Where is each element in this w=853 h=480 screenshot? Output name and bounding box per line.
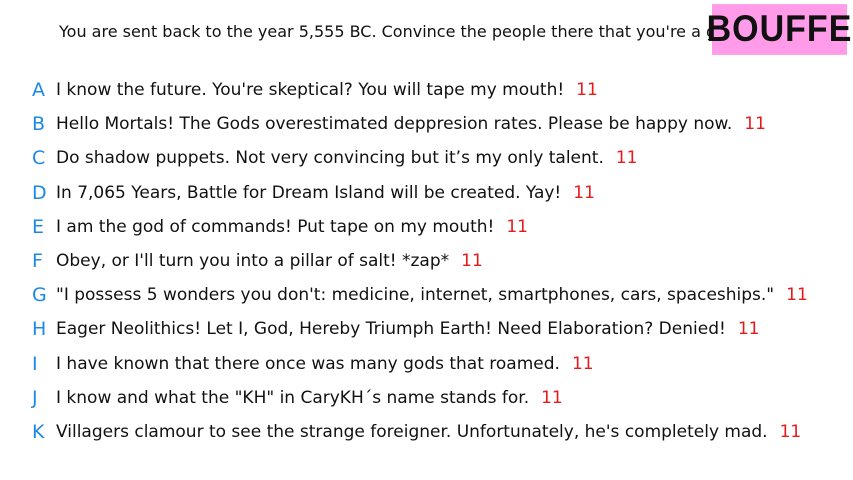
response-score: 11 <box>744 114 766 135</box>
response-score: 11 <box>461 251 483 272</box>
response-letter: H <box>32 318 47 341</box>
response-row-d: D In 7,065 Years, Battle for Dream Islan… <box>0 176 853 210</box>
response-score: 11 <box>541 387 563 408</box>
responses-list: A I know the future. You're skeptical? Y… <box>0 73 853 449</box>
response-row-i: I I have known that there once was many … <box>0 347 853 381</box>
response-letter: C <box>32 147 46 170</box>
response-text: I know and what the "KH" in CaryKH´s nam… <box>56 387 530 408</box>
response-letter: F <box>32 250 43 273</box>
response-text: "I possess 5 wonders you don't: medicine… <box>56 285 775 306</box>
response-score: 11 <box>576 80 598 101</box>
response-text: I know the future. You're skeptical? You… <box>56 80 565 101</box>
response-text: Villagers clamour to see the strange for… <box>56 421 768 442</box>
response-letter: B <box>32 113 46 136</box>
response-letter: E <box>32 215 45 238</box>
response-row-j: J I know and what the "KH" in CaryKH´s n… <box>0 381 853 415</box>
response-score: 11 <box>506 216 528 237</box>
response-letter: I <box>32 352 38 375</box>
response-text: I am the god of commands! Put tape on my… <box>56 216 495 237</box>
response-text: Obey, or I'll turn you into a pillar of … <box>56 251 450 272</box>
prompt-text: You are sent back to the year 5,555 BC. … <box>59 22 742 41</box>
response-letter: J <box>32 386 38 409</box>
response-text: Eager Neolithics! Let I, God, Hereby Tri… <box>56 319 726 340</box>
response-score: 11 <box>571 353 594 374</box>
response-row-g: G "I possess 5 wonders you don't: medici… <box>0 278 853 312</box>
response-text: Hello Mortals! The Gods overestimated de… <box>56 114 733 135</box>
response-row-a: A I know the future. You're skeptical? Y… <box>0 73 853 107</box>
response-row-h: H Eager Neolithics! Let I, God, Hereby T… <box>0 312 853 346</box>
response-score: 11 <box>737 319 760 340</box>
response-row-b: B Hello Mortals! The Gods overestimated … <box>0 107 853 141</box>
response-score: 11 <box>615 148 638 169</box>
contestant-name-badge: BOUFFE <box>707 4 851 55</box>
response-score: 11 <box>573 182 595 203</box>
response-letter: K <box>32 420 45 443</box>
contestant-name: BOUFFE <box>706 8 853 50</box>
response-letter: D <box>32 181 47 204</box>
response-score: 11 <box>786 285 808 306</box>
response-letter: A <box>32 79 45 102</box>
response-row-e: E I am the god of commands! Put tape on … <box>0 210 853 244</box>
response-text: Do shadow puppets. Not very convincing b… <box>56 148 604 169</box>
response-row-f: F Obey, or I'll turn you into a pillar o… <box>0 244 853 278</box>
response-score: 11 <box>779 421 802 442</box>
response-row-c: C Do shadow puppets. Not very convincing… <box>0 141 853 175</box>
response-row-k: K Villagers clamour to see the strange f… <box>0 415 853 449</box>
response-letter: G <box>32 284 47 307</box>
response-text: In 7,065 Years, Battle for Dream Island … <box>56 182 562 203</box>
response-text: I have known that there once was many go… <box>56 353 560 374</box>
